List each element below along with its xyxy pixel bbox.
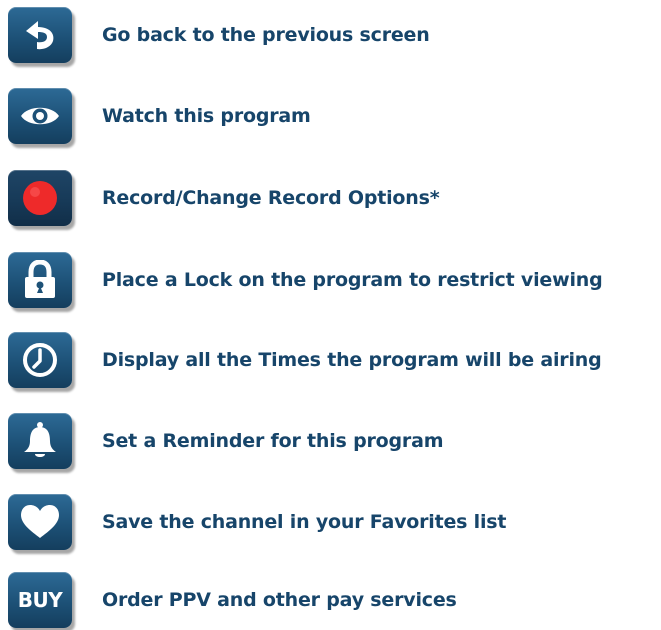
- back-arrow-icon: [20, 17, 60, 53]
- record-button[interactable]: [8, 170, 72, 226]
- clock-icon: [21, 341, 59, 379]
- reminder-button[interactable]: [8, 413, 72, 469]
- watch-button[interactable]: [8, 88, 72, 144]
- legend-row-buy: BUY Order PPV and other pay services: [0, 572, 661, 630]
- record-label: Record/Change Record Options*: [102, 187, 440, 209]
- reminder-label: Set a Reminder for this program: [102, 430, 444, 452]
- eye-icon: [18, 101, 62, 131]
- buy-text-icon: BUY: [17, 588, 63, 612]
- legend-row-reminder: Set a Reminder for this program: [0, 413, 661, 471]
- lock-label: Place a Lock on the program to restrict …: [102, 269, 603, 291]
- watch-label: Watch this program: [102, 105, 311, 127]
- favorite-label: Save the channel in your Favorites list: [102, 511, 507, 533]
- lock-icon: [22, 260, 58, 300]
- times-label: Display all the Times the program will b…: [102, 349, 602, 371]
- bell-icon: [21, 421, 59, 461]
- heart-icon: [19, 504, 61, 540]
- back-button[interactable]: [8, 7, 72, 63]
- legend-row-favorite: Save the channel in your Favorites list: [0, 494, 661, 552]
- buy-label: Order PPV and other pay services: [102, 589, 457, 611]
- legend-row-lock: Place a Lock on the program to restrict …: [0, 252, 661, 310]
- legend-row-back: Go back to the previous screen: [0, 7, 661, 65]
- times-button[interactable]: [8, 332, 72, 388]
- favorite-button[interactable]: [8, 494, 72, 550]
- legend-row-times: Display all the Times the program will b…: [0, 332, 661, 390]
- buy-button[interactable]: BUY: [8, 572, 72, 628]
- record-dot-icon: [20, 178, 60, 218]
- legend-row-record: Record/Change Record Options*: [0, 170, 661, 228]
- back-label: Go back to the previous screen: [102, 24, 430, 46]
- legend-row-watch: Watch this program: [0, 88, 661, 146]
- lock-button[interactable]: [8, 252, 72, 308]
